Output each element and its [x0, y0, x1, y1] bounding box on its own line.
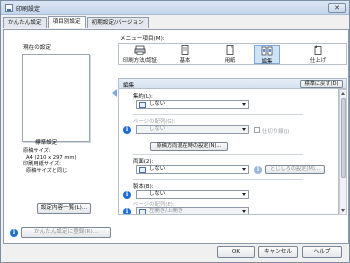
- chevron-down-icon: [242, 168, 246, 171]
- edit-section-header: 編集 標準に戻す(D): [118, 78, 347, 89]
- collapse-left-pane-icon[interactable]: [112, 89, 117, 97]
- menu-items-label: メニュー項目(M):: [120, 36, 165, 42]
- menu-item-finishing[interactable]: 仕上げ: [303, 45, 333, 64]
- menu-item-basic[interactable]: 基本: [171, 45, 199, 64]
- duplex-value: しない: [149, 166, 166, 172]
- edit-settings-content: 集約(L): しない ページの配列(G): i しない 仕切り線(J) 原稿方向…: [118, 89, 339, 215]
- settings-summary: 原稿サイズ: A4 (210 x 297 mm) 印刷用紙サイズ: 原稿サイズと…: [23, 148, 76, 174]
- binding-margin-button[interactable]: とじしろの設定(M)...: [265, 165, 325, 174]
- duplex-select[interactable]: しない: [136, 165, 249, 174]
- divider-line-label: 仕切り線(J): [262, 129, 290, 135]
- paper-icon: [226, 45, 234, 55]
- print-method-icon: [134, 45, 146, 55]
- summary-line: 原稿サイズと同じ: [26, 167, 68, 174]
- page-order2-select[interactable]: 左開き/上開き: [136, 207, 249, 214]
- duplex-label: 両面(2):: [133, 159, 154, 165]
- printer-app-icon: [5, 4, 13, 12]
- booklet-label: 製本(B):: [133, 184, 154, 190]
- menu-item-label: 基本: [179, 58, 191, 64]
- page-order-label: ページの配列(G):: [133, 119, 176, 125]
- tab-strip: かんたん設定 項目別設定 初期設定/バージョン: [3, 16, 150, 29]
- chevron-down-icon: [242, 103, 246, 106]
- mixed-orientation-button[interactable]: 原稿方向混在時の設定(N)...: [150, 142, 228, 151]
- menu-item-label: 印刷方法/認証: [122, 58, 158, 64]
- restore-defaults-button[interactable]: 標準に戻す(D): [300, 80, 343, 88]
- chevron-down-icon: [242, 193, 246, 196]
- aggregate-select[interactable]: しない: [136, 100, 249, 109]
- ok-button[interactable]: OK: [217, 246, 255, 258]
- edit-icon: [261, 46, 273, 56]
- scroll-up-icon[interactable]: [341, 92, 345, 95]
- duplex-icon: [139, 167, 146, 173]
- info-icon: i: [123, 191, 131, 199]
- finishing-icon: [314, 45, 322, 55]
- register-easy-setup-button[interactable]: かんたん設定に登録(R)...: [21, 227, 111, 238]
- aggregate-value: しない: [149, 101, 166, 107]
- scroll-thumb[interactable]: [341, 98, 346, 178]
- settings-list-button[interactable]: 設定内容一覧(L)...: [37, 203, 91, 214]
- title-bar: 印刷設定 ✕: [1, 1, 349, 15]
- menu-item-print-method[interactable]: 印刷方法/認証: [121, 45, 159, 64]
- info-icon: i: [123, 126, 131, 134]
- info-icon: i: [254, 166, 262, 174]
- info-icon: i: [123, 208, 131, 214]
- tab-easy-setup[interactable]: かんたん設定: [3, 17, 47, 28]
- menu-item-paper[interactable]: 用紙: [217, 45, 243, 64]
- page-preview: [22, 54, 90, 142]
- standard-settings-label: 標準設定: [35, 140, 58, 146]
- menu-item-label: 用紙: [224, 58, 236, 64]
- page-order2-value: 左開き/上開き: [149, 208, 184, 214]
- close-button[interactable]: ✕: [328, 3, 346, 13]
- cancel-button[interactable]: キャンセル: [258, 246, 298, 258]
- print-settings-dialog: 印刷設定 ✕ かんたん設定 項目別設定 初期設定/バージョン 現在の設定 標準設…: [0, 0, 350, 263]
- basic-icon: [181, 45, 189, 55]
- tab-detailed-settings[interactable]: 項目別設定: [47, 16, 86, 28]
- page-order-select[interactable]: しない: [136, 125, 249, 134]
- chevron-down-icon: [242, 210, 246, 213]
- chevron-down-icon: [242, 128, 246, 131]
- booklet-value: しない: [149, 191, 166, 197]
- page-order-value: しない: [149, 126, 166, 132]
- window-title: 印刷設定: [16, 6, 41, 13]
- page-order2-icon: [139, 209, 146, 214]
- edit-section-title: 編集: [123, 83, 135, 89]
- menu-item-edit[interactable]: 編集: [254, 45, 280, 65]
- help-button[interactable]: ヘルプ: [302, 246, 342, 258]
- menu-items-strip: 印刷方法/認証 基本 用紙 編集 仕上げ: [118, 43, 347, 65]
- menu-item-label: 編集: [261, 59, 273, 65]
- divider-line-checkbox[interactable]: [254, 127, 260, 133]
- info-icon: i: [10, 229, 18, 237]
- menu-item-label: 仕上げ: [309, 58, 327, 64]
- tab-defaults-version[interactable]: 初期設定/バージョン: [86, 17, 149, 28]
- aggregate-label: 集約(L):: [133, 94, 153, 100]
- booklet-select[interactable]: しない: [136, 190, 249, 199]
- current-settings-label: 現在の設定: [23, 45, 51, 51]
- vertical-scrollbar[interactable]: [339, 89, 347, 215]
- aggregate-icon: [139, 102, 146, 108]
- scroll-down-icon[interactable]: [341, 209, 345, 212]
